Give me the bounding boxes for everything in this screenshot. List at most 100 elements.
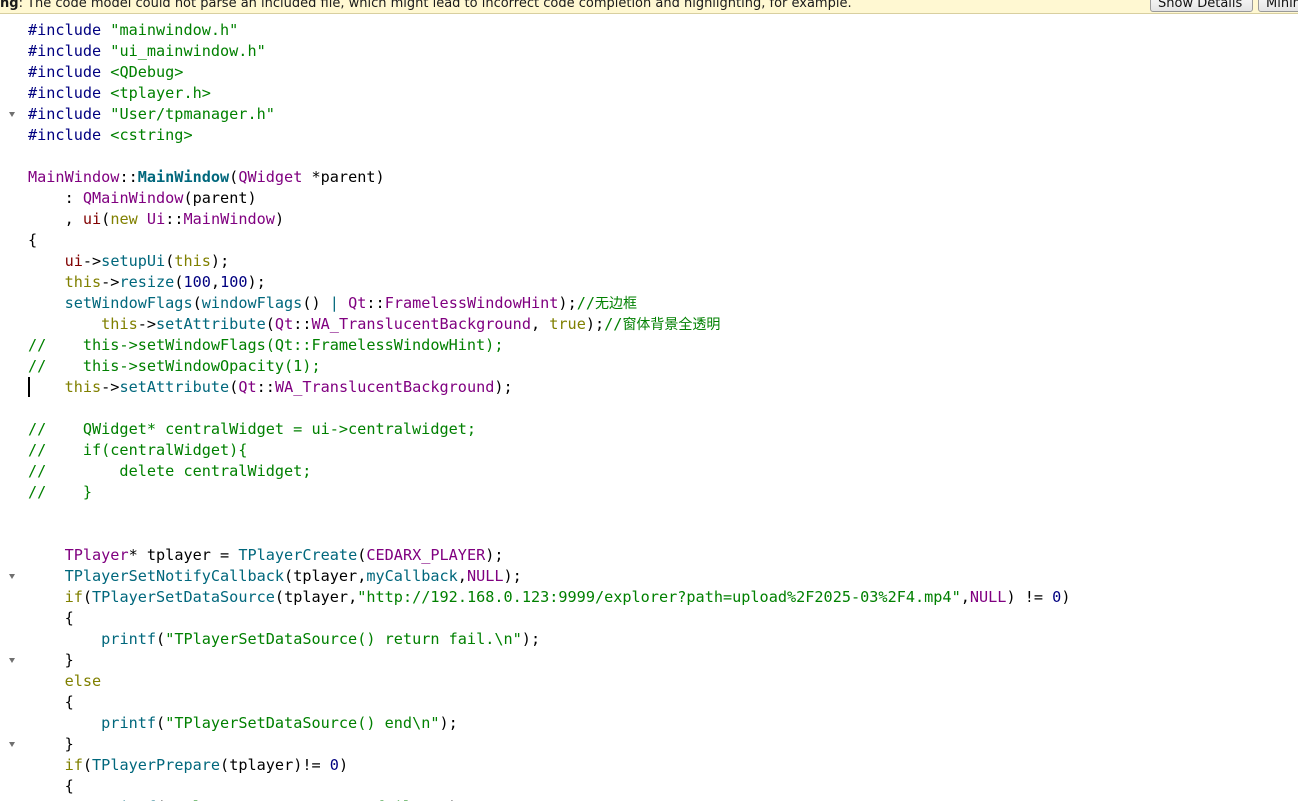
code-line[interactable]: // this->setWindowOpacity(1); (28, 356, 321, 377)
code-token-comment: 无边框 (595, 296, 638, 312)
code-token-func: setupUi (101, 252, 166, 270)
code-editor[interactable]: #include "mainwindow.h" #include "ui_main… (26, 15, 1298, 801)
code-line[interactable]: { (28, 608, 74, 629)
code-token-func: TPlayerPrepare (92, 756, 221, 774)
fold-arrow-icon[interactable] (9, 112, 15, 117)
code-token-op: ); (494, 378, 513, 396)
code-token-func: printf (101, 630, 157, 648)
code-token-op: ( (156, 630, 166, 648)
fold-arrow-icon[interactable] (9, 742, 15, 747)
code-token-string: "User/tpmanager.h" (110, 105, 275, 123)
code-line[interactable]: printf("TPlayerSetDataSource() return fa… (28, 629, 540, 650)
code-token-plain: tplayer (284, 588, 349, 606)
code-token-class: Qt (348, 294, 367, 312)
code-token-op: -> (101, 273, 120, 291)
code-line[interactable]: else (28, 671, 102, 692)
fold-arrow-icon[interactable] (9, 574, 15, 579)
code-line[interactable]: } (28, 734, 74, 755)
code-line[interactable]: { (28, 230, 37, 251)
code-line[interactable]: this->setAttribute(Qt::WA_TranslucentBac… (28, 314, 720, 335)
code-token-op: ) (274, 210, 285, 228)
code-token-plain: parent (192, 189, 248, 207)
code-token-func: | (329, 294, 339, 312)
code-token-comment: // (604, 315, 623, 333)
code-token-op: ( (101, 210, 111, 228)
code-line[interactable]: // delete centralWidget; (28, 461, 311, 482)
code-token-op: ); (247, 273, 266, 291)
code-token-string: "mainwindow.h" (110, 21, 239, 39)
code-token-macro: FramelessWindowHint (384, 294, 559, 312)
code-token-comment: // QWidget* centralWidget = ui->centralw… (28, 420, 477, 438)
code-token-op: ); (485, 546, 504, 564)
minimize-button[interactable]: Minimize (1258, 0, 1298, 12)
code-token-op: ( (183, 189, 193, 207)
code-line[interactable]: #include <tplayer.h> (28, 83, 211, 104)
show-details-button[interactable]: Show Details (1150, 0, 1253, 12)
code-token-string: "http://192.168.0.123:9999/explorer?path… (357, 588, 961, 606)
code-line[interactable]: #include <QDebug> (28, 62, 183, 83)
code-token-func: TPlayerCreate (238, 546, 358, 564)
code-token-class: QMainWindow (82, 189, 184, 207)
code-line[interactable]: #include "User/tpmanager.h" (28, 104, 275, 125)
code-line[interactable]: printf("TPlayerPrepare return fail.\n"); (28, 797, 467, 801)
code-line[interactable]: : QMainWindow(parent) (28, 188, 257, 209)
code-line[interactable]: if(TPlayerSetDataSource(tplayer,"http://… (28, 587, 1071, 608)
code-token-op: * (302, 168, 321, 186)
code-token-class: Qt (274, 315, 294, 333)
code-line[interactable]: { (28, 776, 74, 797)
code-token-op: ); (503, 567, 522, 585)
warning-info-bar: ng: The code model could not parse an in… (0, 0, 1298, 14)
code-token-op: ( (82, 588, 93, 606)
code-line[interactable]: #include "mainwindow.h" (28, 20, 238, 41)
code-token-op: ( (156, 714, 166, 732)
code-line[interactable]: #include <cstring> (28, 125, 193, 146)
code-token-class: Qt (238, 378, 257, 396)
code-token-macro: NULL (466, 567, 504, 585)
code-token-plain: tplayer (146, 546, 211, 564)
code-line[interactable]: // QWidget* centralWidget = ui->centralw… (28, 419, 476, 440)
code-token-op: } (28, 735, 74, 753)
code-line[interactable]: this->resize(100,100); (28, 272, 266, 293)
code-token-op: , (348, 588, 358, 606)
code-line[interactable]: ui->setupUi(this); (28, 251, 230, 272)
editor-gutter[interactable] (0, 15, 26, 801)
code-token-string: "TPlayerSetDataSource() return fail.\n" (165, 630, 522, 648)
code-line[interactable]: setWindowFlags(windowFlags() | Qt::Frame… (28, 293, 637, 314)
code-line[interactable]: MainWindow::MainWindow(QWidget *parent) (28, 167, 385, 188)
code-token-op: ) (375, 168, 385, 186)
code-line[interactable]: , ui(new Ui::MainWindow) (28, 209, 285, 230)
code-token-op: ( (357, 546, 367, 564)
code-token-class: MainWindow (183, 210, 275, 228)
code-token-func: printf (101, 714, 157, 732)
code-token-string: <cstring> (110, 126, 193, 144)
code-line[interactable]: if(TPlayerPrepare(tplayer)!= 0) (28, 755, 349, 776)
code-line[interactable]: } (28, 650, 74, 671)
fold-arrow-icon[interactable] (9, 658, 15, 663)
code-token-comment: // this->setWindowFlags(Qt::FramelessWin… (28, 336, 504, 354)
code-line[interactable]: // this->setWindowFlags(Qt::FramelessWin… (28, 335, 503, 356)
code-token-number: 0 (1052, 588, 1062, 606)
code-token-preproc: #include (28, 42, 111, 60)
code-token-string: <QDebug> (110, 63, 184, 81)
code-token-op: { (28, 609, 74, 627)
code-line[interactable]: printf("TPlayerSetDataSource() end\n"); (28, 713, 458, 734)
code-line[interactable]: // } (28, 482, 92, 503)
code-line[interactable]: TPlayerSetNotifyCallback(tplayer,myCallb… (28, 566, 522, 587)
code-line[interactable]: #include "ui_mainwindow.h" (28, 41, 266, 62)
code-token-func: setAttribute (119, 378, 230, 396)
code-line[interactable]: { (28, 692, 74, 713)
code-token-field: ui (64, 252, 83, 270)
code-token-op: ) (338, 756, 349, 774)
code-line[interactable]: // if(centralWidget){ (28, 440, 247, 461)
code-token-func: setAttribute (156, 315, 266, 333)
code-line[interactable]: TPlayer* tplayer = TPlayerCreate(CEDARX_… (28, 545, 504, 566)
code-token-preproc: #include (28, 84, 111, 102)
code-token-plain: parent (320, 168, 376, 186)
code-line[interactable]: this->setAttribute(Qt::WA_TranslucentBac… (28, 377, 513, 398)
code-token-keyword: else (64, 672, 102, 690)
code-token-op: ( (274, 588, 285, 606)
code-token-op: ( (192, 294, 202, 312)
